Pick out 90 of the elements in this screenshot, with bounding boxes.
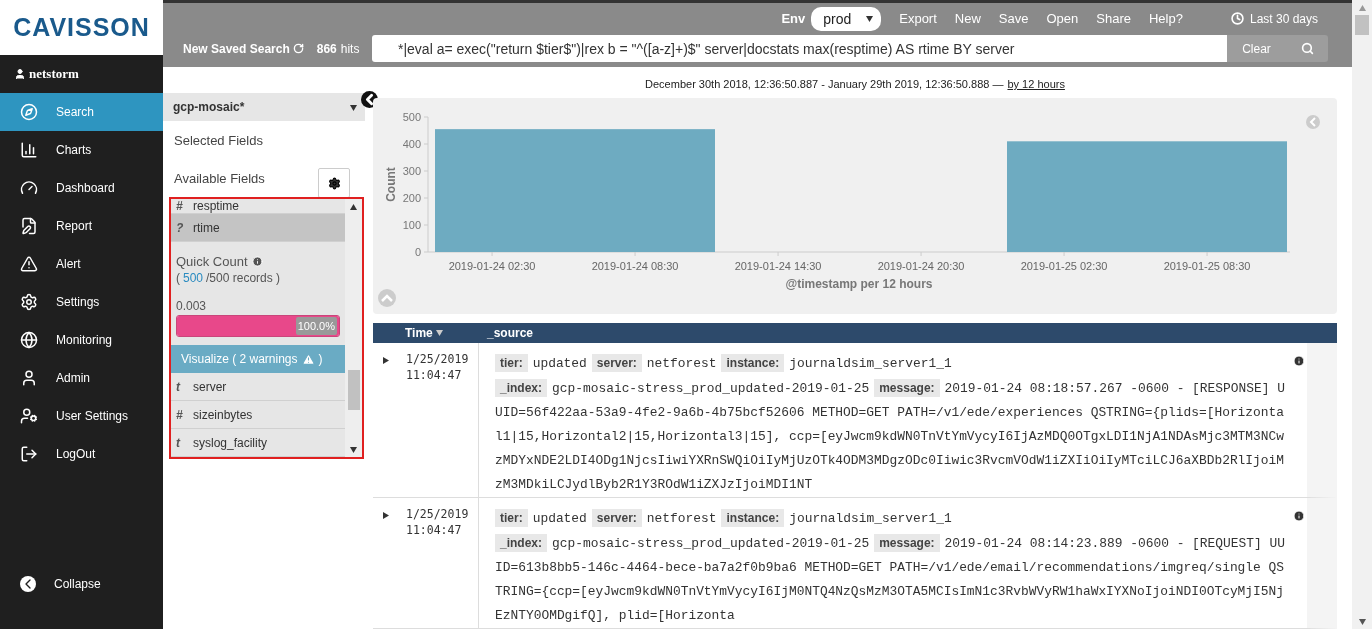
gear-icon: [20, 293, 38, 311]
nav-item[interactable]: LogOut: [0, 435, 163, 473]
nav-item[interactable]: User Settings: [0, 397, 163, 435]
time-cell: 1/25/2019 11:04:47: [398, 343, 479, 497]
section-title: Available Fields: [174, 170, 265, 186]
nav-item[interactable]: Monitoring: [0, 321, 163, 359]
env-label: Env: [781, 11, 806, 26]
scrollbar-thumb[interactable]: [347, 370, 360, 410]
field-key: instance:: [721, 509, 785, 527]
settings-button[interactable]: [318, 168, 350, 198]
field-value: netforest: [646, 511, 717, 526]
percent-label: 100.0%: [295, 317, 337, 335]
x-tick-label: 2019-01-24 08:30: [591, 259, 679, 272]
field-key: instance:: [721, 354, 785, 372]
settings-icon: [327, 176, 341, 190]
y-tick-label: 300: [402, 164, 421, 177]
column-header[interactable]: Time: [405, 325, 487, 340]
y-axis-title: Count: [384, 166, 398, 202]
clock-icon: [1230, 12, 1244, 25]
caret-icon[interactable]: [866, 15, 874, 22]
time-cell: 1/25/2019 11:04:47: [398, 498, 479, 628]
field-key: tier:: [495, 509, 528, 527]
x-tick-label: 2019-01-25 02:30: [1020, 259, 1108, 272]
gauge-icon: [20, 179, 38, 197]
column-header[interactable]: _source: [487, 325, 534, 340]
y-tick-label: 500: [402, 110, 421, 123]
record-count: ( 500 /500 records ): [176, 271, 282, 285]
compass-icon: [20, 103, 38, 121]
env-select[interactable]: prod: [811, 6, 882, 31]
nav-item[interactable]: Dashboard: [0, 169, 163, 207]
globe-icon: [20, 331, 38, 349]
field-key: tier:: [495, 354, 528, 372]
collapse-icon: [20, 576, 36, 592]
log-details: _index: gcp-mosaic-stress_prod_updated-2019-01-25 message: 2019-01-24 08:14:23.889 -0600 - [REQUEST] UUID=613b8bb5-146c-4464-bece-ba7a2f0b9ba6 METHOD=GET PATH=/v1/ede/email/recommendations/imgreq/single QSTRING={ccp=[eyJwcm9kdWN0TnVtYmVycyI6IjM0NTQ4NzQsMzM3OTA5MCIsImN1c3RvbWVyRW1haWxIYXNoIjoiNDI0OTcyMjI5NjEzNTY0OMDgifQ], plid=[Horizonta: [495, 533, 1285, 625]
info-icon[interactable]: [1293, 355, 1305, 367]
field-item[interactable]: # resptime: [171, 199, 345, 214]
field-value: updated: [532, 356, 587, 371]
nav-item[interactable]: Settings: [0, 283, 163, 321]
field-value: journaldsim_server1_1: [789, 511, 952, 526]
date-range: December 30th 2018, 12:36:50.887 - January 29th 2019, 12:36:50.888 —: [645, 78, 1004, 91]
warning-icon: [301, 352, 315, 366]
x-tick-label: 2019-01-25 08:30: [1163, 259, 1251, 272]
field-item[interactable]: ? rtime: [171, 214, 345, 242]
log-details: _index: gcp-mosaic-stress_prod_updated-2019-01-25 message: 2019-01-24 08:18:57.267 -0600 - [RESPONSE] UUID=56f422aa-53a9-4fe2-9a6b-4b75bcf52606 METHOD=GET PATH=/v1/ede/experiences QSTRING={plids=[Horizontal1|15,Horizontal2|15,Horizontal3|15], ccp=[eyJwcm9kdWN0TnVtYmVycyI6IjAzMDQ0OTgxLDI1NjA1NDAsMjc3MTM3NCwzMDYxNDE2LDI4ODg1NjcsIiwiYXRnSWQiOiIyMjUzOTk4ODM3MDgzODc0Iiwic3RvcmVOdW1iZXIiOiIyMTciLCJ6aXBDb2RlIjoiMzM3MDkiLCJydlByb2R1Y3ROdW1iZXJzIjoiMDI1NT: [495, 378, 1285, 494]
section-title: Selected Fields: [174, 132, 263, 148]
user-name: netstorm: [29, 66, 79, 82]
query-field[interactable]: *|eval a= exec("return $tier$")|rex b = "^([a-z]+)$" server|docstats max(resptime) AS rtime BY server: [372, 35, 1227, 62]
x-tick-label: 2019-01-24 02:30: [448, 259, 536, 272]
field-value: 0.003: [176, 299, 208, 313]
nav-item[interactable]: Alert: [0, 245, 163, 283]
field-value: journaldsim_server1_1: [789, 356, 952, 371]
scroll-down-icon[interactable]: [1358, 618, 1366, 625]
field-key: server:: [591, 509, 642, 527]
logo: CAVISSON: [13, 13, 150, 42]
scroll-down-icon[interactable]: [350, 446, 357, 453]
index-select[interactable]: gcp-mosaic*: [163, 93, 365, 121]
interval-link[interactable]: by 12 hours: [1007, 78, 1065, 91]
y-tick-label: 0: [414, 245, 421, 258]
field-value: updated: [532, 511, 587, 526]
refresh-icon: [292, 43, 304, 54]
field-key: server:: [591, 354, 642, 372]
expand-icon[interactable]: [382, 357, 389, 364]
x-tick-label: 2019-01-24 14:30: [734, 259, 822, 272]
expand-icon[interactable]: [382, 512, 389, 519]
info-icon[interactable]: [1293, 510, 1305, 522]
x-axis-title: @timestamp per 12 hours: [785, 276, 933, 291]
search-icon: [1300, 42, 1314, 55]
nav-item[interactable]: Report: [0, 207, 163, 245]
y-tick-label: 200: [402, 191, 421, 204]
nav-item[interactable]: Charts: [0, 131, 163, 169]
caret-icon[interactable]: [350, 103, 357, 111]
field-value: netforest: [646, 356, 717, 371]
logout-icon: [20, 445, 38, 463]
scrollbar-thumb[interactable]: [1355, 15, 1369, 35]
info-icon: [251, 256, 263, 267]
collapse-button[interactable]: Collapse: [0, 565, 163, 603]
person-gear-icon: [20, 407, 38, 425]
warning-icon: [20, 255, 38, 273]
scroll-up-icon[interactable]: [350, 203, 357, 210]
bar-chart-icon: [20, 141, 38, 159]
sort-icon[interactable]: [435, 329, 443, 337]
user-icon: [14, 68, 26, 80]
document-edit-icon: [20, 217, 38, 235]
hits-count: 866 hits: [316, 41, 360, 56]
y-tick-label: 100: [402, 218, 421, 231]
person-icon: [20, 369, 38, 387]
nav-item[interactable]: Admin: [0, 359, 163, 397]
y-tick-label: 400: [402, 137, 421, 150]
x-tick-label: 2019-01-24 20:30: [877, 259, 965, 272]
quick-count-title: Quick Count: [176, 254, 248, 269]
